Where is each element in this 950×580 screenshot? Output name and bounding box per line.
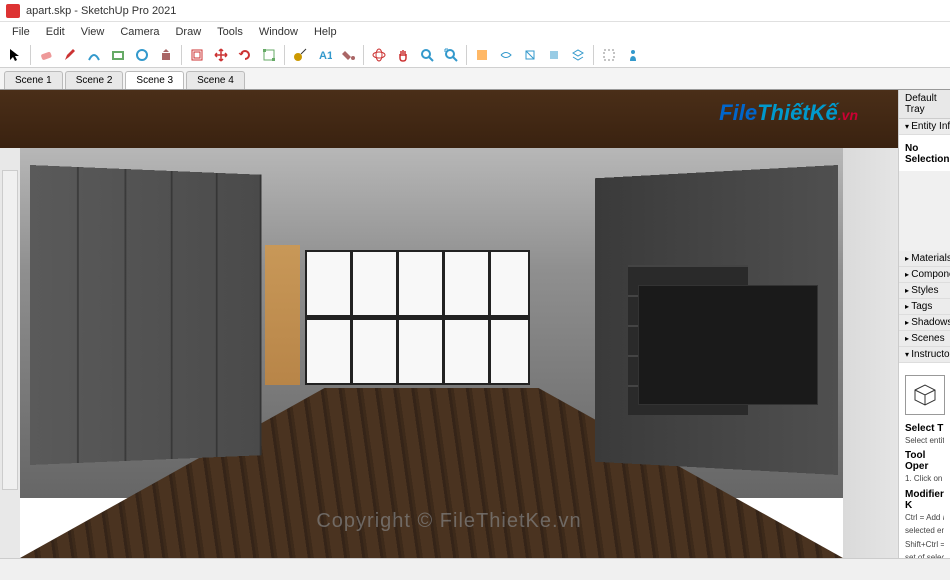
menu-help[interactable]: Help — [306, 24, 345, 40]
pencil-tool-icon[interactable] — [59, 44, 81, 66]
logo-part-vn: .vn — [838, 107, 858, 123]
menu-window[interactable]: Window — [251, 24, 306, 40]
orbit-tool-icon[interactable] — [368, 44, 390, 66]
toolbar-separator — [181, 45, 182, 65]
entity-status: No Selection — [905, 143, 944, 165]
section-display-icon[interactable] — [495, 44, 517, 66]
default-tray: Default Tray Entity Info No Selection Ma… — [898, 90, 950, 558]
instructor-preview-icon — [905, 375, 945, 415]
menu-draw[interactable]: Draw — [167, 24, 209, 40]
tray-scenes[interactable]: Scenes — [899, 331, 950, 347]
tray-shadows[interactable]: Shadows — [899, 315, 950, 331]
rectangle-tool-icon[interactable] — [107, 44, 129, 66]
main-toolbar: A1 — [0, 42, 950, 68]
menu-tools[interactable]: Tools — [209, 24, 251, 40]
workspace: FileThiếtKế.vn Copyright © FileThietKe.v… — [0, 90, 950, 558]
pan-tool-icon[interactable] — [392, 44, 414, 66]
section-plane-icon[interactable] — [471, 44, 493, 66]
right-wall — [843, 148, 898, 558]
tray-title[interactable]: Default Tray — [899, 90, 950, 119]
window-grid — [305, 250, 530, 385]
menu-view[interactable]: View — [73, 24, 113, 40]
status-bar — [0, 558, 950, 580]
eraser-tool-icon[interactable] — [35, 44, 57, 66]
door — [2, 170, 18, 490]
menu-bar: File Edit View Camera Draw Tools Window … — [0, 22, 950, 42]
copyright-watermark: Copyright © FileThietKe.vn — [316, 510, 581, 533]
instructor-content: Select T Select entiti other tools o Too… — [899, 363, 950, 558]
section-cut-icon[interactable] — [519, 44, 541, 66]
tray-instructor[interactable]: Instructor — [899, 347, 950, 363]
arc-tool-icon[interactable] — [83, 44, 105, 66]
toolbar-separator — [284, 45, 285, 65]
tray-styles[interactable]: Styles — [899, 283, 950, 299]
zoom-extents-tool-icon[interactable] — [440, 44, 462, 66]
tray-materials[interactable]: Materials — [899, 251, 950, 267]
3d-viewport[interactable]: FileThiếtKế.vn Copyright © FileThietKe.v… — [0, 90, 898, 558]
instructor-mod-title: Modifier K — [905, 489, 944, 511]
menu-edit[interactable]: Edit — [38, 24, 73, 40]
text-tool-icon[interactable]: A1 — [313, 44, 335, 66]
tray-components[interactable]: Components — [899, 267, 950, 283]
paint-bucket-tool-icon[interactable] — [337, 44, 359, 66]
scene-render — [0, 90, 898, 558]
left-cabinets — [30, 165, 261, 465]
zoom-tool-icon[interactable] — [416, 44, 438, 66]
menu-file[interactable]: File — [4, 24, 38, 40]
tv-panel — [638, 285, 818, 405]
tape-measure-tool-icon[interactable] — [289, 44, 311, 66]
scene-tabs: Scene 1 Scene 2 Scene 3 Scene 4 — [0, 68, 950, 90]
scene-tab-4[interactable]: Scene 4 — [186, 71, 245, 89]
section-fill-icon[interactable] — [543, 44, 565, 66]
scale-tool-icon[interactable] — [258, 44, 280, 66]
rotate-tool-icon[interactable] — [234, 44, 256, 66]
toolbar-separator — [363, 45, 364, 65]
watermark-logo: FileThiếtKế.vn — [719, 100, 858, 126]
menu-camera[interactable]: Camera — [112, 24, 167, 40]
app-icon — [6, 4, 20, 18]
layers-icon[interactable] — [567, 44, 589, 66]
circle-tool-icon[interactable] — [131, 44, 153, 66]
title-bar: apart.skp - SketchUp Pro 2021 — [0, 0, 950, 22]
xray-icon[interactable] — [598, 44, 620, 66]
toolbar-separator — [30, 45, 31, 65]
offset-tool-icon[interactable] — [186, 44, 208, 66]
select-tool-icon[interactable] — [4, 44, 26, 66]
entity-info-content: No Selection — [899, 135, 950, 171]
tray-entity-info[interactable]: Entity Info — [899, 119, 950, 135]
scene-tab-1[interactable]: Scene 1 — [4, 71, 63, 89]
move-tool-icon[interactable] — [210, 44, 232, 66]
scene-tab-3[interactable]: Scene 3 — [125, 71, 184, 89]
tray-tags[interactable]: Tags — [899, 299, 950, 315]
person-icon[interactable] — [622, 44, 644, 66]
svg-text:A1: A1 — [319, 50, 332, 62]
push-pull-tool-icon[interactable] — [155, 44, 177, 66]
instructor-op-title: Tool Oper — [905, 450, 944, 472]
wood-accent — [265, 245, 300, 385]
scene-tab-2[interactable]: Scene 2 — [65, 71, 124, 89]
instructor-desc: Select entiti other tools o — [905, 436, 944, 446]
instructor-op-step: 1. Click on a — [905, 474, 944, 484]
logo-part-file: File — [719, 100, 757, 125]
window-title: apart.skp - SketchUp Pro 2021 — [26, 5, 176, 17]
toolbar-separator — [466, 45, 467, 65]
toolbar-separator — [593, 45, 594, 65]
logo-part-tk: ThiếtKế — [757, 100, 838, 125]
instructor-heading: Select T — [905, 423, 944, 434]
